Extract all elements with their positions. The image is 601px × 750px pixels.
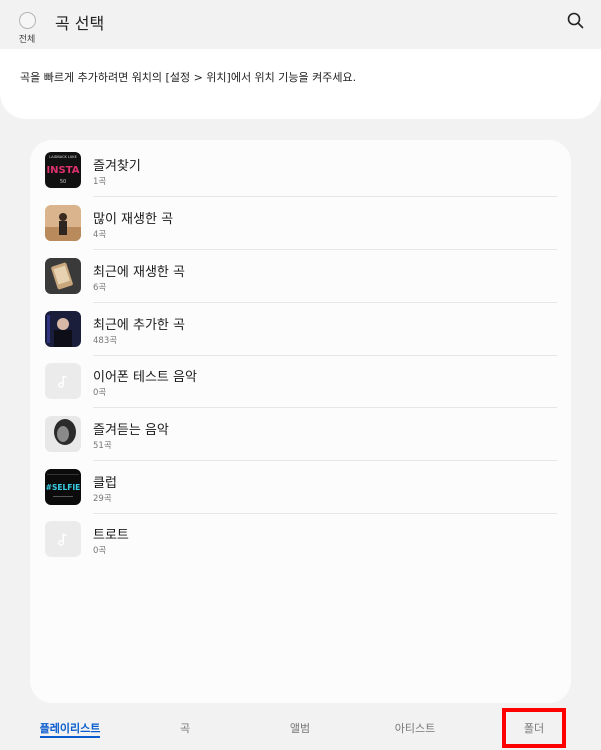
album-art-thumbnail	[45, 311, 81, 347]
tab-albums[interactable]: 앨범	[250, 720, 350, 736]
playlist-name: 트로트	[93, 528, 129, 543]
playlist-name: 즐겨찾기	[93, 159, 141, 174]
album-art-thumbnail	[45, 416, 81, 452]
list-item-recently-added[interactable]: 최근에 추가한 곡 483곡	[45, 304, 557, 356]
playlist-name: 즐겨듣는 음악	[93, 423, 169, 438]
playlist-list: LAIDBACK LUKE INSTA 50 즐겨찾기 1곡 많이 재생한 곡 …	[30, 140, 571, 703]
tab-label: 플레이리스트	[39, 722, 101, 738]
playlist-count: 0곡	[93, 546, 107, 556]
tab-playlists[interactable]: 플레이리스트	[20, 720, 120, 738]
playlist-name: 최근에 재생한 곡	[93, 265, 185, 280]
art-text: INSTA	[46, 165, 79, 176]
playlist-count: 1곡	[93, 177, 107, 187]
tab-songs[interactable]: 곡	[135, 720, 235, 736]
playlist-name: 많이 재생한 곡	[93, 212, 174, 227]
playlist-name: 최근에 추가한 곡	[93, 318, 185, 333]
divider	[93, 302, 557, 303]
tab-label: 앨범	[289, 722, 311, 735]
bottom-tab-bar: 플레이리스트 곡 앨범 아티스트 폴더	[0, 708, 601, 750]
tab-artists[interactable]: 아티스트	[365, 720, 465, 736]
page-title: 곡 선택	[55, 14, 105, 33]
music-note-icon	[45, 521, 81, 557]
list-item-earphone-test[interactable]: 이어폰 테스트 음악 0곡	[45, 356, 557, 408]
playlist-count: 0곡	[93, 388, 107, 398]
app-header: 전체 곡 선택	[0, 0, 601, 48]
select-all-label: 전체	[18, 35, 36, 45]
album-art-thumbnail: #SELFIE	[45, 469, 81, 505]
playlist-count: 29곡	[93, 494, 112, 504]
divider	[93, 196, 557, 197]
playlist-count: 6곡	[93, 283, 107, 293]
divider	[93, 460, 557, 461]
tab-label: 아티스트	[394, 722, 436, 735]
art-text: LAIDBACK LUKE	[49, 155, 77, 159]
list-item-recently-played[interactable]: 최근에 재생한 곡 6곡	[45, 251, 557, 303]
playlist-count: 483곡	[93, 336, 118, 346]
select-all-checkbox[interactable]: 전체	[14, 10, 40, 45]
art-text: 50	[60, 179, 66, 185]
playlist-count: 4곡	[93, 230, 107, 240]
search-button[interactable]	[566, 11, 586, 31]
music-note-icon	[45, 363, 81, 399]
location-notice-banner: 곡을 빠르게 추가하려면 워치의 [설정 > 위치]에서 위치 기능을 켜주세요…	[0, 49, 601, 119]
divider	[93, 249, 557, 250]
list-item-trot[interactable]: 트로트 0곡	[45, 514, 557, 566]
album-art-thumbnail	[45, 205, 81, 241]
search-icon	[567, 12, 584, 29]
checkbox-circle-icon	[18, 12, 36, 29]
list-item-most-played[interactable]: 많이 재생한 곡 4곡	[45, 198, 557, 250]
playlist-count: 51곡	[93, 441, 112, 451]
list-item-club[interactable]: #SELFIE 클럽 29곡	[45, 462, 557, 514]
playlist-name: 클럽	[93, 476, 117, 491]
list-item-favorite-music[interactable]: 즐겨듣는 음악 51곡	[45, 409, 557, 461]
playlist-name: 이어폰 테스트 음악	[93, 370, 197, 385]
album-art-thumbnail	[45, 258, 81, 294]
album-art-thumbnail: LAIDBACK LUKE INSTA 50	[45, 152, 81, 188]
divider	[93, 407, 557, 408]
art-text: #SELFIE	[46, 483, 81, 492]
tab-label: 곡	[179, 722, 191, 735]
list-item-favorites[interactable]: LAIDBACK LUKE INSTA 50 즐겨찾기 1곡	[45, 145, 557, 197]
highlight-box	[502, 708, 566, 748]
notice-text: 곡을 빠르게 추가하려면 워치의 [설정 > 위치]에서 위치 기능을 켜주세요…	[20, 71, 357, 84]
